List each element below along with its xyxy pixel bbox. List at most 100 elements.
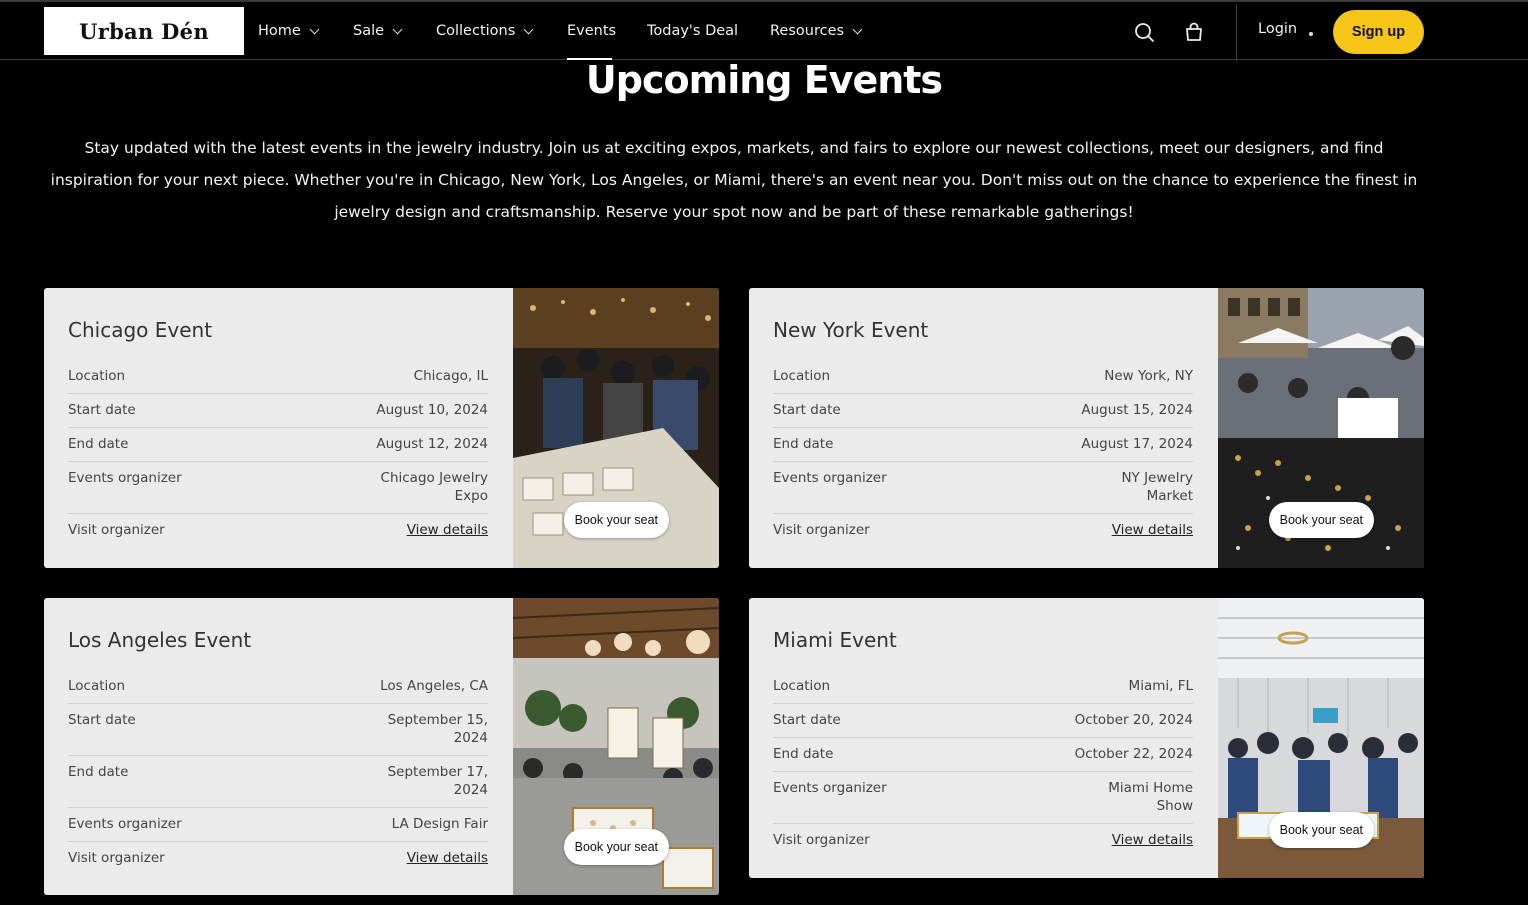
start-date-row: Start date August 10, 2024 (68, 394, 488, 428)
search-button[interactable] (1132, 20, 1156, 44)
nav-todays-deal[interactable]: Today's Deal (647, 20, 738, 42)
visit-row: Visit organizer View details (773, 824, 1193, 857)
book-seat-button[interactable]: Book your seat (563, 502, 669, 538)
book-seat-button[interactable]: Book your seat (1268, 812, 1374, 848)
nav-collections-label: Collections (436, 23, 516, 39)
location-label: Location (68, 678, 126, 694)
location-value: Chicago, IL (413, 368, 488, 384)
start-date-label: Start date (68, 402, 136, 418)
search-icon (1135, 23, 1154, 42)
signup-button[interactable]: Sign up (1333, 10, 1424, 54)
event-card-miami: Miami Event Location Miami, FL Start date… (749, 598, 1424, 878)
end-date-label: End date (68, 764, 129, 780)
end-date-value: October 22, 2024 (1074, 746, 1193, 762)
location-value: New York, NY (1104, 368, 1193, 384)
location-label: Location (68, 368, 126, 384)
login-link[interactable]: Login (1258, 21, 1297, 37)
visit-row: Visit organizer View details (68, 514, 488, 547)
organizer-label: Events organizer (68, 470, 182, 486)
end-date-value: September 17, 2024 (387, 764, 488, 798)
separator-dot (1309, 32, 1313, 36)
event-info: Chicago Event Location Chicago, IL Start … (68, 288, 488, 547)
start-date-label: Start date (773, 712, 841, 728)
event-card-new-york: New York Event Location New York, NY Star… (749, 288, 1424, 568)
chevron-down-icon (392, 24, 403, 34)
visit-label: Visit organizer (68, 850, 165, 866)
start-date-value: August 15, 2024 (1081, 402, 1193, 418)
nav-todays-deal-label: Today's Deal (647, 23, 739, 39)
event-info: New York Event Location New York, NY Star… (773, 288, 1193, 547)
location-label: Location (773, 368, 831, 384)
nav-resources-label: Resources (770, 23, 845, 39)
event-info: Los Angeles Event Location Los Angeles, C… (68, 598, 488, 875)
end-date-row: End date September 17, 2024 (68, 756, 488, 808)
book-seat-button[interactable]: Book your seat (563, 829, 669, 865)
nav-events[interactable]: Events (567, 20, 616, 42)
organizer-row: Events organizer Chicago Jewelry Expo (68, 462, 488, 514)
visit-row: Visit organizer View details (773, 514, 1193, 547)
start-date-label: Start date (773, 402, 841, 418)
organizer-value: LA Design Fair (391, 816, 488, 832)
shopping-bag-icon (1186, 22, 1202, 41)
book-seat-button[interactable]: Book your seat (1268, 502, 1374, 538)
view-details-link[interactable]: View details (407, 849, 488, 867)
organizer-row: Events organizer NY Jewelry Market (773, 462, 1193, 514)
organizer-value: Miami Home Show (1108, 780, 1193, 814)
visit-label: Visit organizer (773, 522, 870, 538)
chevron-down-icon (309, 24, 320, 34)
location-value: Los Angeles, CA (380, 678, 488, 694)
nav-events-label: Events (567, 23, 617, 39)
view-details-link[interactable]: View details (1112, 521, 1193, 539)
organizer-row: Events organizer LA Design Fair (68, 808, 488, 842)
organizer-value: Chicago Jewelry Expo (380, 470, 488, 504)
end-date-value: August 12, 2024 (376, 436, 488, 452)
nav-home[interactable]: Home (258, 20, 320, 42)
event-title: Los Angeles Event (68, 628, 252, 652)
navbar: Urban Dén Home Sale Collections Events T… (0, 2, 1528, 62)
event-title: Miami Event (773, 628, 897, 652)
organizer-label: Events organizer (773, 470, 887, 486)
chevron-down-icon (523, 24, 534, 34)
start-date-row: Start date September 15, 2024 (68, 704, 488, 756)
nav-collections[interactable]: Collections (436, 20, 534, 42)
event-title: Chicago Event (68, 318, 213, 342)
end-date-label: End date (68, 436, 129, 452)
nav-sale[interactable]: Sale (353, 20, 403, 42)
start-date-row: Start date August 15, 2024 (773, 394, 1193, 428)
location-value: Miami, FL (1128, 678, 1193, 694)
brand-logo[interactable]: Urban Dén (44, 7, 244, 55)
cart-button[interactable] (1182, 20, 1206, 44)
nav-resources[interactable]: Resources (770, 20, 863, 42)
start-date-row: Start date October 20, 2024 (773, 704, 1193, 738)
organizer-label: Events organizer (68, 816, 182, 832)
end-date-label: End date (773, 436, 834, 452)
end-date-label: End date (773, 746, 834, 762)
view-details-link[interactable]: View details (407, 521, 488, 539)
location-row: Location Los Angeles, CA (68, 670, 488, 704)
chevron-down-icon (852, 24, 863, 34)
page-title: Upcoming Events (585, 58, 943, 102)
start-date-value: October 20, 2024 (1074, 712, 1193, 728)
visit-label: Visit organizer (773, 832, 870, 848)
visit-label: Visit organizer (68, 522, 165, 538)
event-info: Miami Event Location Miami, FL Start date… (773, 598, 1193, 857)
start-date-value: September 15, 2024 (387, 712, 488, 746)
end-date-value: August 17, 2024 (1081, 436, 1193, 452)
event-card-chicago: Chicago Event Location Chicago, IL Start … (44, 288, 719, 568)
location-row: Location Chicago, IL (68, 360, 488, 394)
organizer-label: Events organizer (773, 780, 887, 796)
view-details-link[interactable]: View details (1112, 831, 1193, 849)
nav-sale-label: Sale (353, 23, 385, 39)
nav-divider (1236, 4, 1237, 62)
location-row: Location Miami, FL (773, 670, 1193, 704)
event-card-los-angeles: Los Angeles Event Location Los Angeles, C… (44, 598, 719, 895)
visit-row: Visit organizer View details (68, 842, 488, 875)
start-date-label: Start date (68, 712, 136, 728)
nav-home-label: Home (258, 23, 301, 39)
start-date-value: August 10, 2024 (376, 402, 488, 418)
end-date-row: End date August 12, 2024 (68, 428, 488, 462)
location-row: Location New York, NY (773, 360, 1193, 394)
event-title: New York Event (773, 318, 929, 342)
organizer-row: Events organizer Miami Home Show (773, 772, 1193, 824)
end-date-row: End date August 17, 2024 (773, 428, 1193, 462)
